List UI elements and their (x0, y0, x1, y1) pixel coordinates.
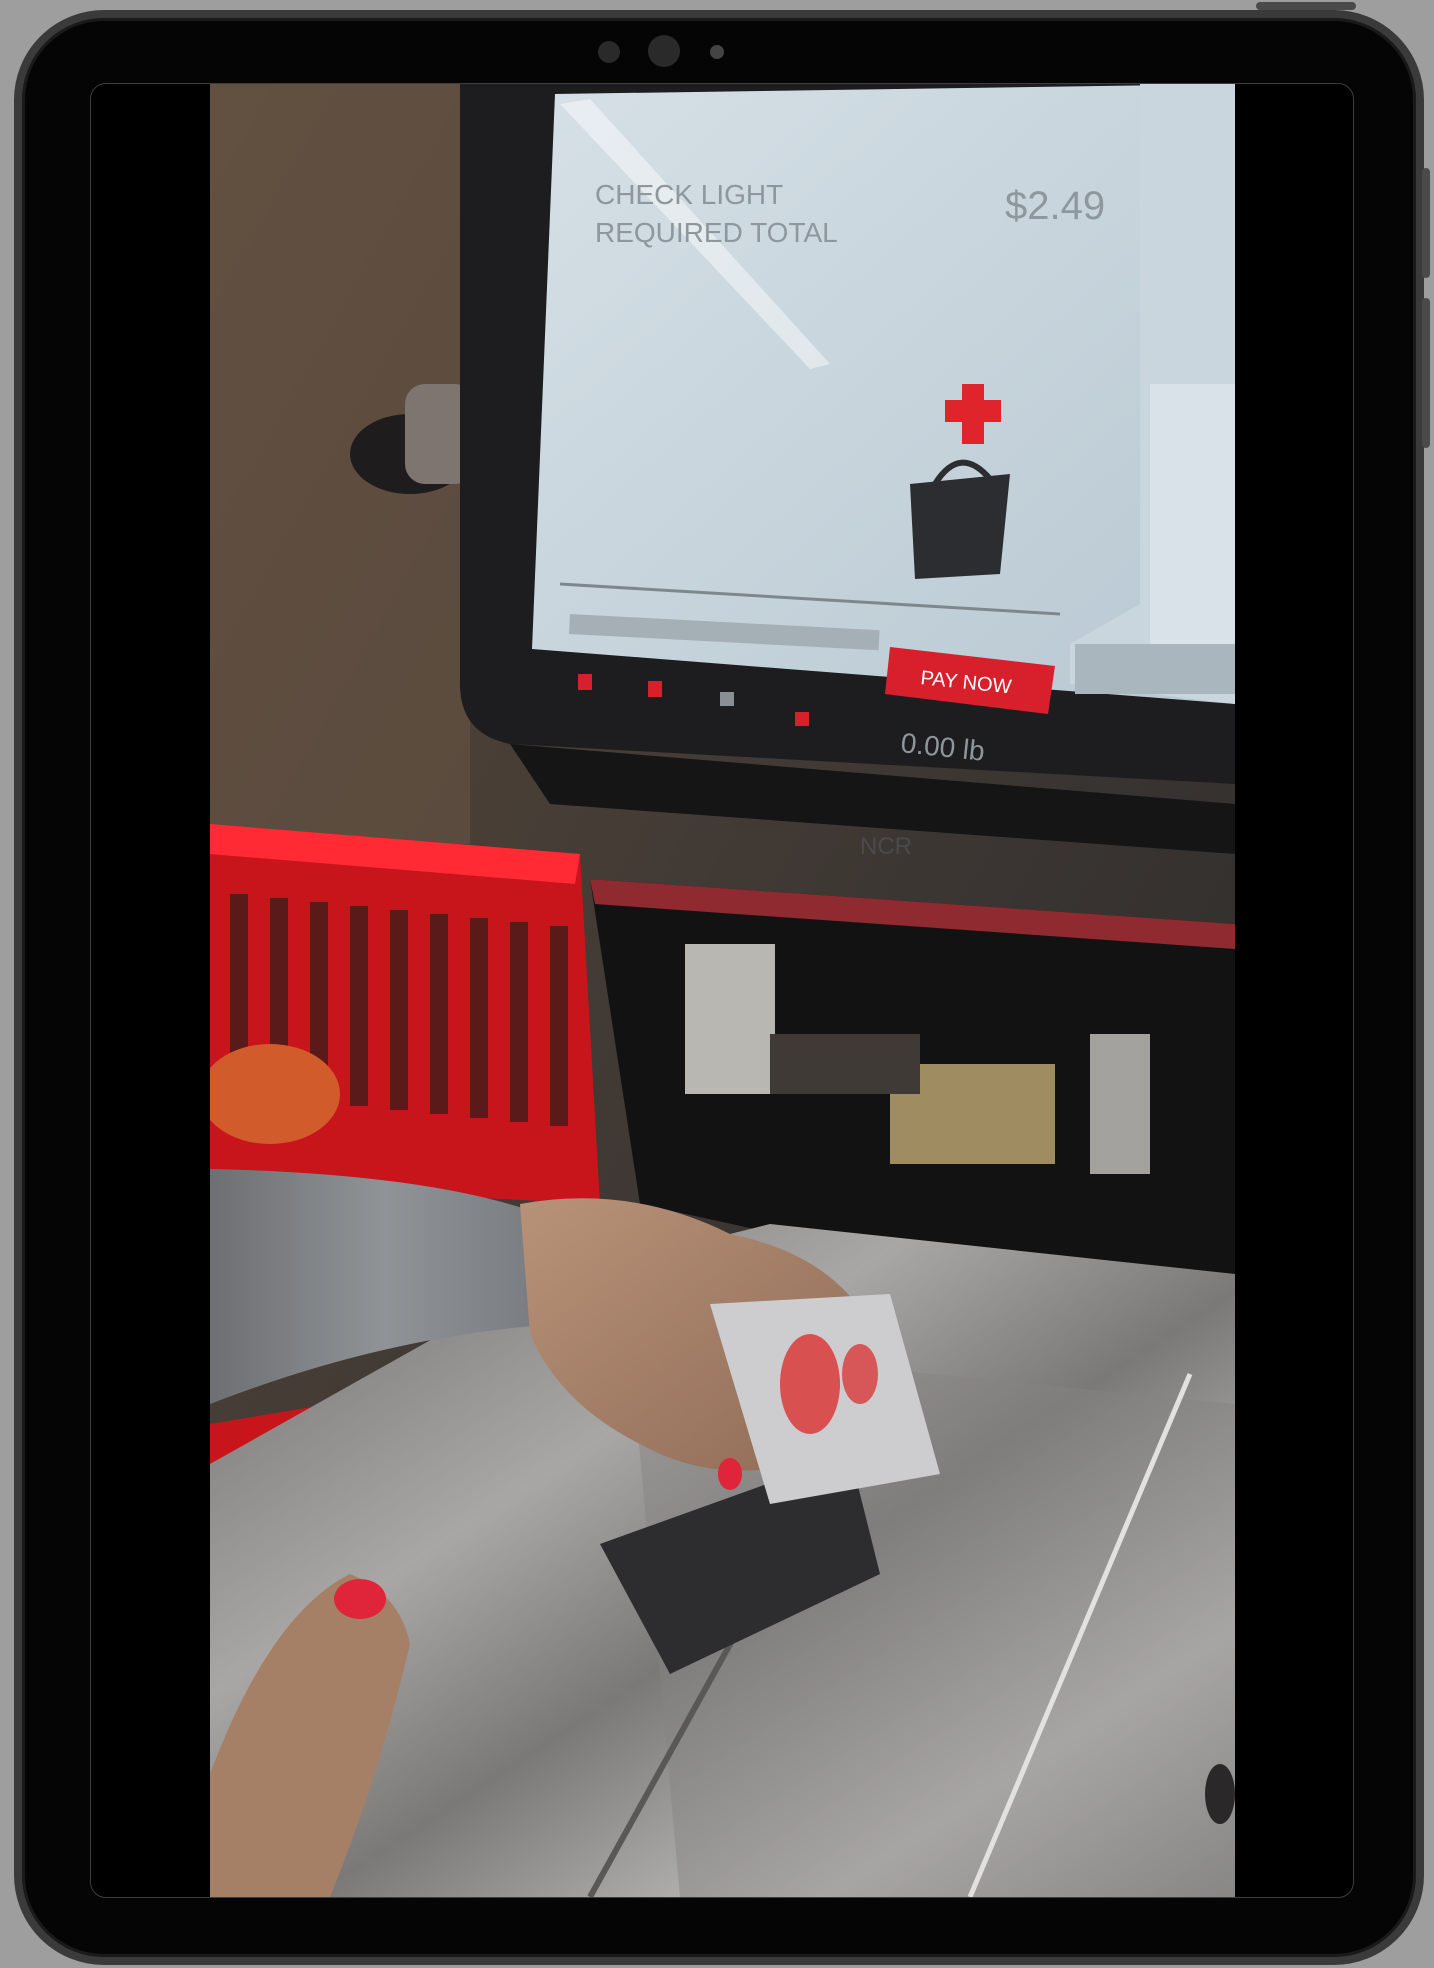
video-frame: CHECK LIGHT REQUIRED TOTAL $2.49 PAY NOW (210, 84, 1235, 1897)
top-button (1256, 2, 1356, 10)
camera-icon (648, 35, 680, 67)
light-sensor-icon (710, 45, 724, 59)
sensor-icon (598, 41, 620, 63)
video-player[interactable]: CHECK LIGHT REQUIRED TOTAL $2.49 PAY NOW (210, 84, 1235, 1897)
kiosk-line2: REQUIRED TOTAL (595, 217, 838, 248)
kiosk-line1: CHECK LIGHT (595, 179, 783, 210)
camera-bar (590, 30, 730, 70)
kiosk-price: $2.49 (1005, 184, 1105, 228)
brand-logo: NCR (860, 833, 912, 860)
device-screen: CHECK LIGHT REQUIRED TOTAL $2.49 PAY NOW (90, 83, 1354, 1898)
volume-button (1422, 168, 1430, 278)
power-button (1422, 298, 1430, 448)
